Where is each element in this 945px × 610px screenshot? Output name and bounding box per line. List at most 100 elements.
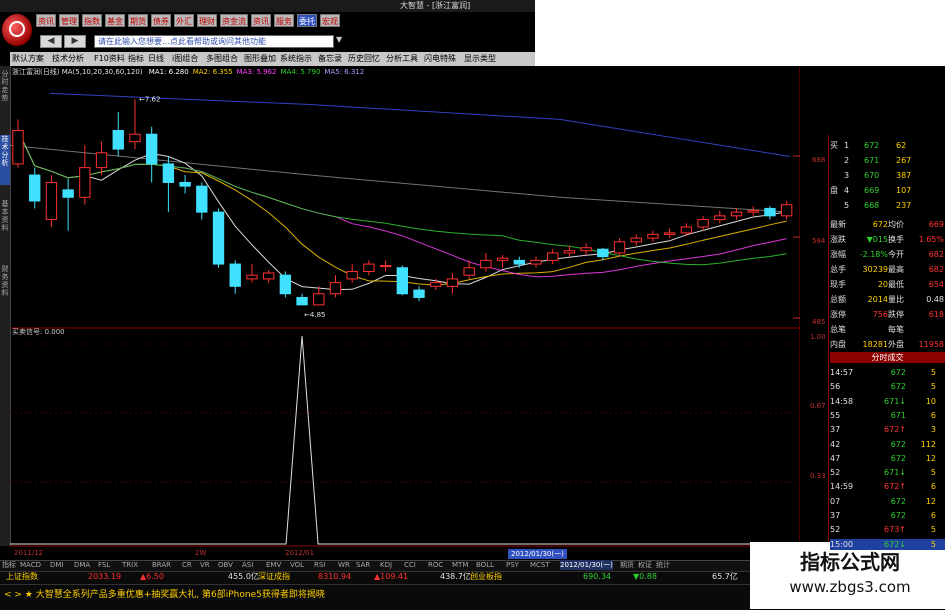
toolbar-item-14[interactable]: 显示类型	[464, 53, 496, 65]
indicator-tab-25[interactable]: 期货	[620, 560, 634, 570]
indicator-tab-7[interactable]: BRAR	[152, 560, 171, 570]
top-button-13[interactable]: 宏观	[320, 14, 340, 27]
indicator-tab-14[interactable]: RSI	[314, 560, 325, 570]
indicator-tab-6[interactable]: TRIX	[122, 560, 138, 570]
date-label-3: 2012/01	[285, 549, 315, 557]
toolbar-item-9[interactable]: 系统指示	[280, 53, 312, 65]
indicator-tab-19[interactable]: ROC	[428, 560, 443, 570]
tick-cell: 14:58	[830, 396, 854, 406]
indicator-label: 买卖信号: 0.000	[12, 328, 65, 336]
watermark-url: www.zbgs3.com	[789, 578, 911, 596]
indicator-tab-16[interactable]: SAR	[356, 560, 370, 570]
toolbar-item-13[interactable]: 闪电特殊	[424, 53, 456, 65]
indicator-tab-17[interactable]: KDJ	[380, 560, 392, 570]
indicator-tab-27[interactable]: 统计	[656, 560, 670, 570]
top-button-9[interactable]: 资金流	[220, 14, 248, 27]
indicator-tab-4[interactable]: DMA	[74, 560, 90, 570]
candle-body	[730, 211, 743, 217]
tick-cell: 07	[830, 496, 841, 506]
index-item-5[interactable]: 深证成指	[258, 571, 290, 583]
index-item-9[interactable]: 创业板指	[470, 571, 502, 583]
buy-row-label: 盘	[830, 186, 838, 195]
kline-chart[interactable]: ←7.62 ←4.85	[10, 66, 800, 560]
toolbar-item-10[interactable]: 备忘录	[318, 53, 342, 65]
toolbar-item-11[interactable]: 历史回忆	[348, 53, 380, 65]
toolbar-item-2[interactable]: 技术分析	[52, 53, 84, 65]
buy-row-price: 672	[864, 141, 880, 150]
toolbar-item-6[interactable]: i图组合	[172, 53, 198, 65]
index-item-10: 690.34	[583, 572, 611, 581]
toolbar-item-1[interactable]: 默认方案	[12, 53, 44, 65]
left-tab-3[interactable]: 基本资料	[0, 200, 10, 250]
ma-line-4	[17, 130, 787, 266]
candle-body	[112, 130, 124, 150]
top-button-2[interactable]: 管理	[59, 14, 79, 27]
stat-cell: 682	[928, 265, 944, 274]
search-dropdown-icon[interactable]: ▼	[336, 35, 346, 48]
toolbar-item-5[interactable]: 日线	[148, 53, 164, 65]
indicator-tab-2[interactable]: MACD	[20, 560, 41, 570]
indicator-tab-20[interactable]: MTM	[452, 560, 468, 570]
top-button-8[interactable]: 理财	[197, 14, 217, 27]
stat-row-3: 涨幅 -2.18%今开 682	[830, 249, 945, 260]
indicator-tab-15[interactable]: WR	[338, 560, 350, 570]
tick-cell: 52	[830, 468, 841, 478]
index-item-1[interactable]: 上证指数	[6, 571, 38, 583]
left-tab-1[interactable]: 分时走势	[0, 70, 10, 120]
top-button-10[interactable]: 资讯	[251, 14, 271, 27]
signal-line	[10, 335, 800, 545]
indicator-tab-21[interactable]: BOLL	[476, 560, 494, 570]
indicator-tab-24[interactable]: 2012/01/30(一)	[560, 560, 613, 570]
index-item-3: ▲6.50	[140, 572, 164, 581]
window-title: 大智慧 - [浙江富润]	[400, 1, 471, 10]
toolbar-item-3[interactable]: F10资料	[94, 53, 125, 65]
left-tab-4[interactable]: 财务资料	[0, 265, 10, 315]
indicator-tab-3[interactable]: DMI	[50, 560, 64, 570]
buy-row-price: 669	[864, 186, 880, 195]
toolbar-item-8[interactable]: 图形叠加	[244, 53, 276, 65]
candle-body	[246, 274, 258, 280]
y-label-low: 485	[812, 318, 826, 326]
indicator-tab-13[interactable]: VOL	[290, 560, 304, 570]
search-input[interactable]: 请在此输入您想要…点此看帮助或询问其他功能	[94, 35, 334, 48]
left-tab-2[interactable]: 技术分析	[0, 135, 10, 185]
indicator-tab-10[interactable]: OBV	[218, 560, 233, 570]
tick-row-6: 42 672 112	[830, 439, 945, 450]
back-button[interactable]: ◀	[40, 35, 62, 48]
top-button-6[interactable]: 债券	[151, 14, 171, 27]
indicator-tab-23[interactable]: MCST	[530, 560, 550, 570]
top-button-11[interactable]: 服务	[274, 14, 294, 27]
candle-body	[747, 210, 759, 213]
indicator-tab-9[interactable]: VR	[200, 560, 210, 570]
candle-body	[29, 174, 41, 202]
candle-body	[162, 163, 175, 183]
toolbar-item-7[interactable]: 多图组合	[206, 53, 238, 65]
buy-row-level: 3	[844, 171, 850, 180]
indicator-tab-26[interactable]: 权证	[638, 560, 652, 570]
toolbar-item-4[interactable]: 指标	[128, 53, 144, 65]
top-button-4[interactable]: 基金	[105, 14, 125, 27]
indicator-tab-12[interactable]: EMV	[266, 560, 281, 570]
top-button-3[interactable]: 指数	[82, 14, 102, 27]
indicator-tab-8[interactable]: CR	[182, 560, 192, 570]
indicator-tab-18[interactable]: CCI	[404, 560, 416, 570]
tick-cell: 672	[890, 439, 906, 449]
top-button-12[interactable]: 委托	[297, 14, 317, 27]
tick-row-9: 14:59 672↑ 6	[830, 481, 945, 492]
toolbar-item-12[interactable]: 分析工具	[386, 53, 418, 65]
indicator-tab-1[interactable]: 指标	[2, 560, 16, 570]
top-button-5[interactable]: 期货	[128, 14, 148, 27]
top-button-7[interactable]: 外汇	[174, 14, 194, 27]
top-button-1[interactable]: 资讯	[36, 14, 56, 27]
news-ticker[interactable]: < > ★ 大智慧全系列产品多重优惠+抽奖赢大礼, 第6部iPhone5获得者即…	[4, 588, 325, 602]
index-item-7: ▲109.41	[374, 572, 409, 581]
tick-cell: 52	[830, 525, 841, 535]
tick-cell: 671	[890, 410, 906, 420]
indicator-tab-11[interactable]: ASI	[242, 560, 253, 570]
indicator-tab-5[interactable]: FSL	[98, 560, 110, 570]
indicator-tab-22[interactable]: PSY	[506, 560, 519, 570]
stat-cell: 672	[872, 220, 888, 229]
forward-button[interactable]: ▶	[64, 35, 86, 48]
date-label-2: 2W	[195, 549, 207, 557]
y-label-top: 688	[812, 156, 826, 164]
